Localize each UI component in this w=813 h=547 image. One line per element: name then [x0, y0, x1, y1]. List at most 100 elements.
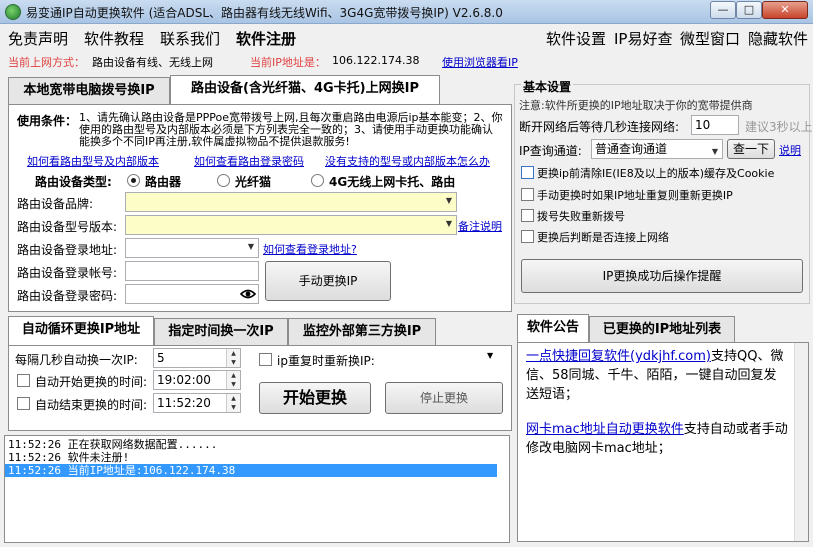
wait-seconds-hint: 建议3秒以上 — [745, 120, 813, 134]
auto-end-label: 自动结束更换的时间: — [35, 398, 148, 412]
interval-label: 每隔几秒自动换一次IP: — [15, 353, 138, 367]
repeat-ip-checkbox[interactable] — [259, 353, 272, 366]
spinner-arrows-icon[interactable]: ▲ ▼ — [226, 394, 240, 412]
post-change-reminder-button[interactable]: IP更换成功后操作提醒 — [521, 259, 803, 293]
menu-ip-check[interactable]: IP易好查 — [614, 28, 672, 49]
spinner-arrows-icon[interactable]: ▲ ▼ — [226, 349, 240, 367]
notice-link-mac-changer[interactable]: 网卡mac地址自动更换软件 — [526, 422, 684, 437]
clear-cache-label: 更换ip前清除IE(IE8及以上的版本)缓存及Cookie — [537, 167, 775, 180]
chevron-down-icon: ▼ — [711, 147, 718, 156]
manual-change-ip-button[interactable]: 手动更换IP — [265, 261, 391, 301]
network-mode-value: 路由设备有线、无线上网 — [92, 56, 213, 69]
radio-4g-label: 4G无线上网卡托、路由 — [329, 175, 456, 189]
radio-router-label: 路由器 — [145, 175, 182, 189]
notice-item: 网卡mac地址自动更换软件支持自动或者手动修改电脑网卡mac地址； — [526, 420, 788, 458]
note-link[interactable]: 备注说明 — [458, 218, 502, 234]
settings-group: 基本设置 注意:软件所更换的IP地址取决于你的宽带提供商 断开网络后等待几秒连接… — [514, 78, 813, 304]
channel-label: IP查询通道: — [519, 144, 582, 158]
log-line-selected: 11:52:26 当前IP地址是:106.122.174.38 — [5, 464, 497, 477]
auto-end-value: 11:52:20 — [157, 396, 211, 410]
brand-label: 路由设备品牌: — [17, 197, 94, 211]
router-model-link[interactable]: 如何看路由型号及内部版本 — [27, 153, 159, 169]
login-address-help-link[interactable]: 如何查看登录地址? — [263, 241, 357, 257]
channel-select[interactable]: 普通查询通道 ▼ — [591, 139, 723, 159]
clear-cache-checkbox[interactable] — [521, 166, 534, 179]
menu-settings[interactable]: 软件设置 — [546, 28, 606, 49]
model-select[interactable]: ▼ — [125, 215, 457, 235]
tab-scheduled[interactable]: 指定时间换一次IP — [154, 318, 288, 346]
eye-icon[interactable] — [240, 288, 256, 300]
menu-hide[interactable]: 隐藏软件 — [748, 28, 808, 49]
radio-router[interactable] — [127, 174, 140, 187]
radio-4g[interactable] — [311, 174, 324, 187]
chevron-down-icon[interactable]: ▼ — [487, 351, 493, 360]
log-line: 11:52:26 软件未注册! — [8, 451, 130, 464]
redial-checkbox[interactable] — [521, 209, 534, 222]
tab-ip-history[interactable]: 已更换的IP地址列表 — [589, 316, 735, 344]
model-label: 路由设备型号版本: — [17, 220, 118, 234]
brand-select[interactable]: ▼ — [125, 192, 457, 212]
account-label: 路由设备登录帐号: — [17, 266, 118, 280]
menu-disclaimer[interactable]: 免责声明 — [8, 28, 68, 49]
tab-auto-cycle[interactable]: 自动循环更换IP地址 — [8, 316, 154, 346]
stop-change-button[interactable]: 停止更换 — [385, 382, 503, 414]
login-address-label: 路由设备登录地址: — [17, 243, 118, 257]
maximize-button[interactable]: □ — [736, 1, 762, 19]
router-password-link[interactable]: 如何查看路由登录密码 — [194, 153, 304, 169]
chevron-down-icon: ▼ — [247, 242, 254, 251]
login-address-select[interactable]: ▼ — [125, 238, 259, 258]
log-line: 11:52:26 正在获取网络数据配置...... — [8, 438, 218, 451]
app-icon — [5, 4, 21, 20]
start-change-button[interactable]: 开始更换 — [259, 382, 371, 414]
menu-bar: 免责声明 软件教程 联系我们 软件注册 软件设置 IP易好查 微型窗口 隐藏软件 — [0, 25, 813, 51]
menu-tutorial[interactable]: 软件教程 — [84, 28, 144, 49]
settings-title: 基本设置 — [521, 78, 574, 95]
menu-register[interactable]: 软件注册 — [236, 28, 296, 49]
tab-monitor[interactable]: 监控外部第三方换IP — [288, 318, 436, 346]
menu-mini-window[interactable]: 微型窗口 — [680, 28, 740, 49]
manual-repeat-label: 手动更换时如果IP地址重复则重新更换IP — [537, 189, 733, 202]
auto-end-checkbox[interactable] — [17, 397, 30, 410]
auto-start-label: 自动开始更换的时间: — [35, 375, 148, 389]
password-input[interactable] — [125, 284, 259, 304]
log-panel[interactable]: 11:52:26 正在获取网络数据配置...... 11:52:26 软件未注册… — [4, 435, 510, 543]
auto-panel: 每隔几秒自动换一次IP: 5 ▲ ▼ 自动开始更换的时间: 19:02:00 ▲ ▼ 自… — [8, 345, 512, 431]
close-button[interactable]: ✕ — [762, 1, 808, 19]
browser-ip-link[interactable]: 使用浏览器看IP — [442, 54, 518, 70]
menu-contact[interactable]: 联系我们 — [160, 28, 220, 49]
notice-panel: 一点快捷回复软件(ydkjhf.com)支持QQ、微信、58同城、千牛、陌陌，一… — [517, 342, 809, 542]
title-bar: 易变通IP自动更换软件 (适合ADSL、路由器有线无线Wifi、3G4G宽带拨号… — [0, 0, 813, 24]
manual-repeat-checkbox[interactable] — [521, 188, 534, 201]
radio-fiber-label: 光纤猫 — [235, 175, 272, 189]
auto-start-checkbox[interactable] — [17, 374, 30, 387]
channel-explain-link[interactable]: 说明 — [779, 142, 801, 158]
auto-end-time[interactable]: 11:52:20 ▲ ▼ — [153, 393, 241, 413]
check-channel-button[interactable]: 查一下 — [727, 139, 775, 159]
interval-stepper[interactable]: 5 ▲ ▼ — [153, 348, 241, 368]
notice-link-quick-reply[interactable]: 一点快捷回复软件(ydkjhf.com) — [526, 349, 711, 364]
tab-notice[interactable]: 软件公告 — [517, 314, 589, 344]
check-connected-checkbox[interactable] — [521, 230, 534, 243]
current-ip-label: 当前IP地址是： — [250, 56, 326, 69]
tab-router[interactable]: 路由设备(含光纤猫、4G卡托)上网换IP — [170, 75, 440, 105]
interval-value: 5 — [157, 351, 165, 365]
password-label: 路由设备登录密码: — [17, 289, 118, 303]
router-type-label: 路由设备类型: — [35, 175, 112, 189]
redial-label: 拨号失败重新拨号 — [537, 210, 625, 223]
notice-scrollbar[interactable] — [794, 343, 808, 541]
repeat-ip-label: ip重复时重新换IP: — [277, 354, 375, 368]
spinner-arrows-icon[interactable]: ▲ ▼ — [226, 371, 240, 389]
account-input[interactable] — [125, 261, 259, 281]
router-panel: 使用条件： 1、请先确认路由设备是PPPoe宽带拨号上网,且每次重启路由电源后i… — [8, 104, 512, 312]
minimize-button[interactable]: — — [710, 1, 736, 19]
radio-fiber-modem[interactable] — [217, 174, 230, 187]
wait-seconds-input[interactable]: 10 — [691, 115, 739, 135]
conditions-text: 1、请先确认路由设备是PPPoe宽带拨号上网,且每次重启路由电源后ip基本能变；… — [79, 111, 503, 148]
wait-seconds-label: 断开网络后等待几秒连接网络: — [519, 120, 680, 134]
auto-start-value: 19:02:00 — [157, 373, 211, 387]
chevron-down-icon: ▼ — [445, 196, 452, 205]
unsupported-model-link[interactable]: 没有支持的型号或内部版本怎么办 — [325, 153, 490, 169]
check-connected-label: 更换后判断是否连接上网络 — [537, 231, 669, 244]
tab-local-dialup[interactable]: 本地宽带电脑拨号换IP — [8, 77, 170, 105]
auto-start-time[interactable]: 19:02:00 ▲ ▼ — [153, 370, 241, 390]
